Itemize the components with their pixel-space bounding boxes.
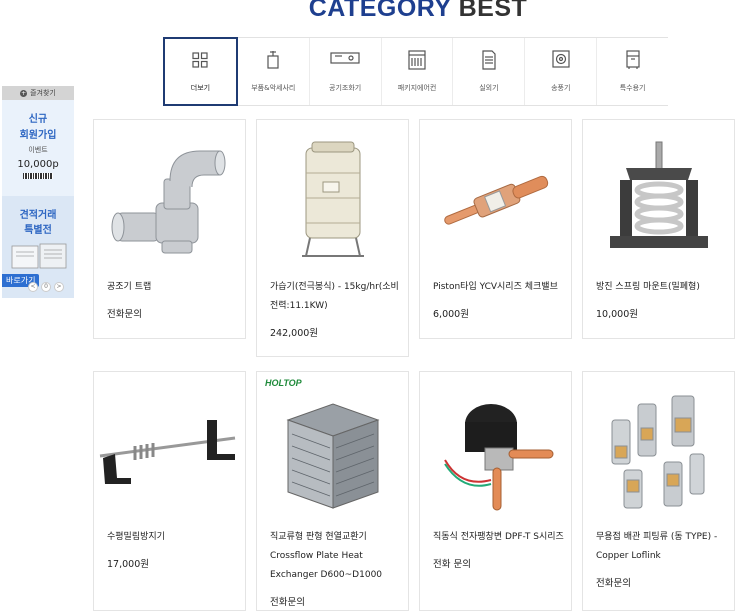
product-card[interactable]: Piston타입 YCV시리즈 체크밸브 6,000원 xyxy=(419,119,572,339)
tab-package-ac[interactable]: 패키지에어컨 xyxy=(382,38,454,105)
promo-line: 회원가입 xyxy=(19,130,57,141)
favorite-label: 즐겨찾기 xyxy=(30,89,56,97)
product-price: 전화문의 xyxy=(596,578,631,589)
tab-label: 더보기 xyxy=(190,84,211,92)
favorite-button[interactable]: + 즐겨찾기 xyxy=(2,86,74,100)
product-name[interactable]: 직동식 전자팽창변 DPF-T S시리즈 xyxy=(433,528,565,547)
product-name[interactable]: 직교류형 판형 현열교환기 Crossflow Plate Heat Excha… xyxy=(270,528,402,585)
product-price: 전화 문의 xyxy=(433,559,471,570)
tab-air-handler[interactable]: 공기조화기 xyxy=(310,38,382,105)
product-name[interactable]: 수평밀림방지기 xyxy=(107,528,239,547)
package-ac-icon xyxy=(407,50,427,74)
product-image xyxy=(583,128,734,273)
tab-label: 부품&악세사리 xyxy=(251,84,296,92)
product-card[interactable]: HOLTOP 직교류형 판형 현열교환기 Crossflow Plate Hea… xyxy=(256,371,409,611)
product-card[interactable]: 수평밀림방지기 17,000원 xyxy=(93,371,246,611)
product-name[interactable]: Piston타입 YCV시리즈 체크밸브 xyxy=(433,278,565,297)
page-title: CATEGORY BEST xyxy=(0,0,743,23)
product-name[interactable]: 가습기(전극봉식) - 15kg/hr(소비전력:11.1KW) xyxy=(270,278,402,316)
product-image xyxy=(257,380,408,525)
tab-label: 특수용기 xyxy=(619,84,646,92)
tab-label: 공기조화기 xyxy=(329,84,362,92)
air-handler-icon xyxy=(330,50,360,70)
page-indicator: 0 xyxy=(41,282,51,292)
prev-button[interactable]: < xyxy=(28,282,38,292)
promo-line: 견적거래 xyxy=(19,210,57,221)
tab-more[interactable]: 더보기 xyxy=(163,37,238,106)
title-accent: CATEGORY xyxy=(308,0,452,22)
machine-image xyxy=(11,243,67,269)
product-card[interactable]: 직동식 전자팽창변 DPF-T S시리즈 전화 문의 xyxy=(419,371,572,611)
product-image xyxy=(94,128,245,273)
product-price: 6,000원 xyxy=(433,309,469,320)
floating-banner: + 즐겨찾기 신규 회원가입 이벤트 10,000p 견적거래 특별전 바로가기… xyxy=(2,86,74,298)
product-image xyxy=(257,128,408,273)
product-image xyxy=(420,128,571,273)
product-name[interactable]: 방진 스프링 마운트(밀폐형) xyxy=(596,278,728,297)
product-image xyxy=(420,380,571,525)
title-rest: BEST xyxy=(458,0,528,22)
category-tabs: 더보기 부품&악세사리 공기조화기 패키지에어컨 실외기 송풍기 특수용기 xyxy=(163,37,668,106)
product-name[interactable]: 무용접 배관 피팅류 (동 TYPE) - Copper Loflink xyxy=(596,528,728,566)
product-card[interactable]: 가습기(전극봉식) - 15kg/hr(소비전력:11.1KW) 242,000… xyxy=(256,119,409,357)
product-name[interactable]: 공조기 트랩 xyxy=(107,278,239,297)
product-image xyxy=(94,380,245,525)
tab-label: 실외기 xyxy=(479,84,499,92)
fan-icon xyxy=(552,50,570,72)
plus-icon: + xyxy=(20,89,28,97)
product-price: 10,000원 xyxy=(596,309,638,320)
promo-line: 특별전 xyxy=(24,225,52,236)
tab-fan[interactable]: 송풍기 xyxy=(525,38,598,105)
product-card[interactable]: 무용접 배관 피팅류 (동 TYPE) - Copper Loflink 전화문… xyxy=(582,371,735,611)
tab-outdoor-unit[interactable]: 실외기 xyxy=(453,38,526,105)
tab-label: 패키지에어컨 xyxy=(397,84,437,92)
tab-special-unit[interactable]: 특수용기 xyxy=(597,38,668,105)
tab-parts[interactable]: 부품&악세사리 xyxy=(238,38,310,105)
valve-icon xyxy=(264,50,282,74)
product-image xyxy=(583,380,734,525)
product-price: 전화문의 xyxy=(270,597,305,608)
banner-pager: < 0 > xyxy=(28,282,64,292)
product-card[interactable]: 공조기 트랩 전화문의 xyxy=(93,119,246,339)
product-price: 전화문의 xyxy=(107,309,142,320)
next-button[interactable]: > xyxy=(54,282,64,292)
signup-event-banner[interactable]: 신규 회원가입 이벤트 10,000p xyxy=(2,100,74,196)
promo-amount: 10,000p xyxy=(17,159,59,170)
outdoor-unit-icon xyxy=(481,50,497,74)
grid-icon xyxy=(191,51,209,73)
special-unit-icon xyxy=(625,50,641,74)
promo-line: 이벤트 xyxy=(28,146,48,154)
product-price: 17,000원 xyxy=(107,559,149,570)
promo-line: 신규 xyxy=(28,114,48,125)
tab-label: 송풍기 xyxy=(551,84,571,92)
barcode-icon xyxy=(23,173,53,179)
product-price: 242,000원 xyxy=(270,328,319,339)
product-card[interactable]: 방진 스프링 마운트(밀폐형) 10,000원 xyxy=(582,119,735,339)
